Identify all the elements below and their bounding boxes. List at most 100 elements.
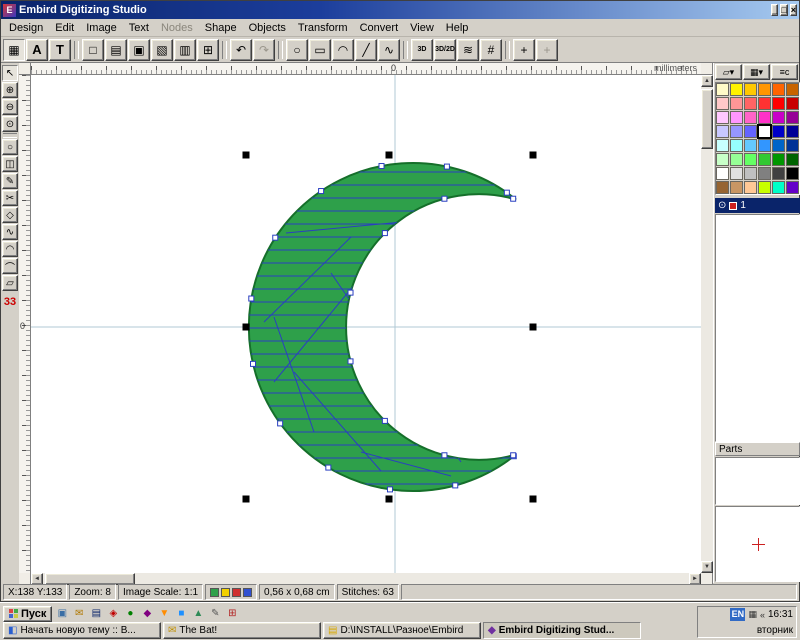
palette-color[interactable] xyxy=(730,125,743,138)
view-3d-button[interactable]: 3D xyxy=(411,39,433,61)
palette-color[interactable] xyxy=(786,97,799,110)
node-handle[interactable] xyxy=(442,196,447,201)
toolbar-button[interactable] xyxy=(222,41,227,59)
node-handle[interactable] xyxy=(382,418,387,423)
shape-tool[interactable]: ◇ xyxy=(2,207,18,223)
palette-color[interactable] xyxy=(730,111,743,124)
ellipse-tool[interactable]: ○ xyxy=(2,139,18,155)
center-design-button[interactable]: + xyxy=(513,39,535,61)
selection-handle[interactable] xyxy=(386,152,393,159)
pointer-mode-button[interactable]: ▦ xyxy=(3,39,25,61)
palette-color[interactable] xyxy=(716,181,729,194)
node-handle[interactable] xyxy=(511,453,516,458)
quick-launch-icon[interactable]: ▲ xyxy=(190,606,206,621)
palette-color[interactable] xyxy=(730,139,743,152)
palette-color[interactable] xyxy=(758,97,771,110)
palette-color[interactable] xyxy=(758,83,771,96)
palette-color[interactable] xyxy=(758,125,771,138)
close-button[interactable]: × xyxy=(790,4,797,16)
quick-launch-icon[interactable]: ◈ xyxy=(105,606,121,621)
toolbar-button[interactable] xyxy=(74,41,79,59)
freehand-tool[interactable]: ∿ xyxy=(2,224,18,240)
language-indicator[interactable]: EN xyxy=(730,608,745,621)
thread-color-button[interactable]: ▱▾ xyxy=(715,64,742,80)
scroll-down-button[interactable]: ▼ xyxy=(701,561,713,573)
vertical-scroll-thumb[interactable] xyxy=(701,89,713,149)
toggle-3d-2d-button[interactable]: 3D/2D xyxy=(434,39,456,61)
zoom-area-tool[interactable]: ⊙ xyxy=(2,116,18,132)
palette-color[interactable] xyxy=(744,167,757,180)
zoom-in-tool[interactable]: ⊕ xyxy=(2,82,18,98)
ellipse-shape-button[interactable]: ○ xyxy=(286,39,308,61)
arc-shape-button[interactable]: ◠ xyxy=(332,39,354,61)
palette-color[interactable] xyxy=(772,139,785,152)
palette-color[interactable] xyxy=(716,139,729,152)
quick-launch-icon[interactable]: ▼ xyxy=(156,606,172,621)
menu-convert[interactable]: Convert xyxy=(354,20,405,36)
quick-launch-icon[interactable]: ● xyxy=(122,606,138,621)
node-handle[interactable] xyxy=(251,361,256,366)
stitch-view-button[interactable]: ≋ xyxy=(457,39,479,61)
minimize-button[interactable]: _ xyxy=(771,4,778,16)
connector-tool[interactable]: ⌒ xyxy=(2,258,18,274)
undo-button[interactable]: ↶ xyxy=(230,39,252,61)
node-handle[interactable] xyxy=(273,235,278,240)
catalog-button[interactable]: ≡c xyxy=(771,64,798,80)
design-svg[interactable] xyxy=(31,75,701,573)
palette-color[interactable] xyxy=(772,111,785,124)
node-handle[interactable] xyxy=(453,483,458,488)
palette-color[interactable] xyxy=(786,181,799,194)
quick-launch-icon[interactable]: ◆ xyxy=(139,606,155,621)
knife-tool[interactable]: ✂ xyxy=(2,190,18,206)
new-design-button[interactable]: □ xyxy=(82,39,104,61)
palette-color[interactable] xyxy=(716,111,729,124)
save-design-button[interactable]: ▣ xyxy=(128,39,150,61)
selection-handle[interactable] xyxy=(530,324,537,331)
column-tool[interactable]: ◫ xyxy=(2,156,18,172)
palette-color[interactable] xyxy=(716,167,729,180)
toolbar-button[interactable] xyxy=(505,41,510,59)
palette-color[interactable] xyxy=(772,153,785,166)
outline-tool[interactable]: ▱ xyxy=(2,275,18,291)
design-canvas[interactable] xyxy=(31,75,701,573)
palette-color[interactable] xyxy=(744,139,757,152)
pen-tool[interactable]: ✎ xyxy=(2,173,18,189)
palette-color[interactable] xyxy=(772,97,785,110)
line-shape-button[interactable]: ╱ xyxy=(355,39,377,61)
keyboard-tray-icon[interactable]: ▦ xyxy=(748,609,757,620)
quick-launch-icon[interactable]: ✎ xyxy=(207,606,223,621)
selection-handle[interactable] xyxy=(530,496,537,503)
arc-tool[interactable]: ◠ xyxy=(2,241,18,257)
palette-color[interactable] xyxy=(716,125,729,138)
menu-design[interactable]: Design xyxy=(3,20,49,36)
menu-text[interactable]: Text xyxy=(123,20,155,36)
palette-color[interactable] xyxy=(786,125,799,138)
open-design-button[interactable]: ▤ xyxy=(105,39,127,61)
palette-color[interactable] xyxy=(786,111,799,124)
menu-objects[interactable]: Objects xyxy=(243,20,292,36)
palette-color[interactable] xyxy=(758,181,771,194)
node-handle[interactable] xyxy=(326,465,331,470)
tool-button[interactable] xyxy=(3,133,17,138)
toolbar-button[interactable] xyxy=(278,41,283,59)
palette-color[interactable] xyxy=(716,83,729,96)
task-embird-button[interactable]: ◆ Embird Digitizing Stud... xyxy=(483,622,641,639)
palette-color[interactable] xyxy=(772,181,785,194)
menu-shape[interactable]: Shape xyxy=(199,20,243,36)
task-thebat-button[interactable]: ✉ The Bat! xyxy=(163,622,321,639)
palette-color[interactable] xyxy=(744,111,757,124)
rect-shape-button[interactable]: ▭ xyxy=(309,39,331,61)
node-handle[interactable] xyxy=(511,196,516,201)
task-explorer-button[interactable]: ▤ D:\INSTALL\Разное\Embird xyxy=(323,622,481,639)
selection-handle[interactable] xyxy=(243,496,250,503)
node-handle[interactable] xyxy=(278,421,283,426)
toolbar-button[interactable] xyxy=(403,41,408,59)
curve-shape-button[interactable]: ∿ xyxy=(378,39,400,61)
selection-handle[interactable] xyxy=(243,152,250,159)
zoom-out-tool[interactable]: ⊖ xyxy=(2,99,18,115)
node-handle[interactable] xyxy=(504,190,509,195)
scroll-up-button[interactable]: ▲ xyxy=(701,75,713,87)
palette-select-button[interactable]: ▦▾ xyxy=(743,64,770,80)
maximize-button[interactable]: □ xyxy=(780,4,787,16)
select-tool[interactable]: ↖ xyxy=(2,65,18,81)
